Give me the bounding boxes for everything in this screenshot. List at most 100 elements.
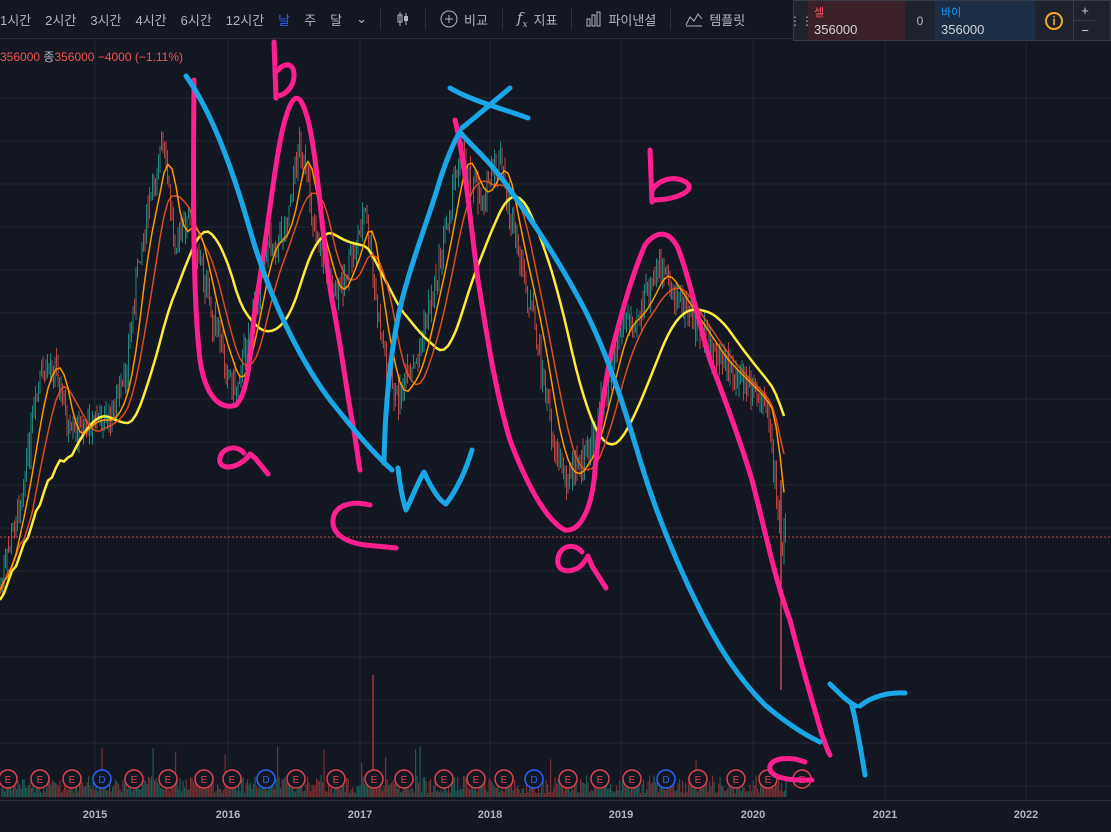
volume-bar <box>710 786 712 797</box>
volume-bar <box>368 787 370 797</box>
volume-bar <box>194 783 196 797</box>
volume-bar <box>314 784 316 797</box>
volume-bar <box>752 780 754 797</box>
volume-bar <box>292 786 294 797</box>
buy-button[interactable]: 바이 356000 <box>935 1 1035 40</box>
earnings-badge-icon: D <box>98 775 105 786</box>
pink-letter-c <box>330 500 399 551</box>
volume-bar <box>73 792 75 797</box>
volume-bar <box>22 779 24 797</box>
earnings-badge-icon: E <box>293 775 300 786</box>
volume-bar <box>707 791 709 797</box>
blue-letter-x <box>447 85 531 131</box>
volume-bar <box>148 776 150 797</box>
volume-bar <box>665 789 667 797</box>
volume-bar <box>19 784 21 797</box>
indicators-button[interactable]: fx 지표 <box>509 9 566 30</box>
volume-bar <box>274 789 276 797</box>
volume-bar <box>421 791 423 797</box>
volume-bar <box>653 775 655 797</box>
volume-bar <box>409 790 411 797</box>
volume-bar <box>716 791 718 797</box>
interval-week[interactable]: 주 <box>297 10 323 29</box>
volume-bar <box>557 779 559 797</box>
volume-bar <box>610 783 612 797</box>
plus-button[interactable]: + <box>1074 1 1096 21</box>
volume-bar <box>361 762 363 797</box>
volume-bar <box>431 792 433 797</box>
interval-4h[interactable]: 4시간 <box>128 10 173 29</box>
volume-bar <box>776 784 778 797</box>
volume-bar <box>461 788 463 797</box>
volume-bar <box>607 789 609 797</box>
sell-button[interactable]: 셀 356000 <box>808 1 905 40</box>
price-chart[interactable]: EEEDEEEEDEEEEEEEDEEEDEEEE <box>0 39 1111 800</box>
volume-bar <box>433 785 435 797</box>
volume-bar <box>305 784 307 797</box>
volume-bar <box>581 781 583 797</box>
volume-bar <box>281 779 283 797</box>
divider <box>571 8 573 30</box>
chevron-down-icon[interactable]: ⌄ <box>349 11 374 27</box>
interval-6h[interactable]: 6시간 <box>174 10 219 29</box>
volume-bar <box>439 792 441 797</box>
volume-bar <box>583 782 585 797</box>
volume-bar <box>335 787 337 797</box>
volume-bar <box>446 791 448 797</box>
interval-day[interactable]: 날 <box>271 10 297 29</box>
earnings-badge-icon: E <box>441 775 448 786</box>
axis-label: 2020 <box>740 809 766 821</box>
volume-bar <box>499 791 501 797</box>
volume-bar <box>563 790 565 797</box>
volume-bar <box>223 789 225 797</box>
volume-bar <box>62 789 64 797</box>
interval-3h[interactable]: 3시간 <box>83 10 128 29</box>
drag-handle-icon[interactable]: ⋮⋮ <box>789 1 813 40</box>
volume-bar <box>251 788 253 797</box>
compare-button[interactable]: 비교 <box>432 10 496 29</box>
volume-bar <box>290 788 292 797</box>
interval-month[interactable]: 달 <box>323 10 349 29</box>
volume-bar <box>131 791 133 797</box>
interval-2h[interactable]: 2시간 <box>38 10 83 29</box>
templates-button[interactable]: 템플릿 <box>677 10 753 29</box>
chart-type-button[interactable] <box>387 11 419 27</box>
minus-button[interactable]: − <box>1074 21 1096 40</box>
volume-bar <box>221 792 223 797</box>
volume-bar <box>50 784 52 797</box>
earnings-badge-icon: E <box>629 775 636 786</box>
volume-bar <box>590 789 592 797</box>
volume-bar <box>469 789 471 797</box>
volume-bar <box>140 788 142 797</box>
volume-bar <box>580 778 582 797</box>
interval-1h[interactable]: 1시간 <box>0 10 38 29</box>
volume-bar <box>23 779 25 797</box>
volume-bar <box>416 775 418 797</box>
interval-12h[interactable]: 12시간 <box>219 10 271 29</box>
earnings-badge-icon: E <box>37 775 44 786</box>
volume-bar <box>181 791 183 797</box>
volume-bar <box>118 784 120 797</box>
volume-bar <box>163 789 165 797</box>
volume-bar <box>139 789 141 797</box>
volume-bar <box>644 792 646 797</box>
volume-bar <box>260 788 262 797</box>
volume-bar <box>401 790 403 797</box>
volume-bar <box>94 790 96 797</box>
volume-bar <box>623 784 625 797</box>
volume-bar <box>329 788 331 797</box>
financials-button[interactable]: 파이낸셜 <box>578 10 664 29</box>
volume-bar <box>383 786 385 797</box>
volume-bar <box>61 792 63 797</box>
plus-circle-icon <box>440 10 458 28</box>
financials-label: 파이낸셜 <box>608 12 657 28</box>
volume-bar <box>617 790 619 797</box>
volume-bar <box>512 790 514 797</box>
info-button[interactable]: i <box>1035 1 1073 40</box>
volume-bar <box>182 780 184 797</box>
volume-bar <box>397 788 399 797</box>
volume-bar <box>683 792 685 797</box>
volume-bar <box>430 778 432 797</box>
volume-bar <box>356 786 358 797</box>
function-icon: fx <box>516 8 528 30</box>
